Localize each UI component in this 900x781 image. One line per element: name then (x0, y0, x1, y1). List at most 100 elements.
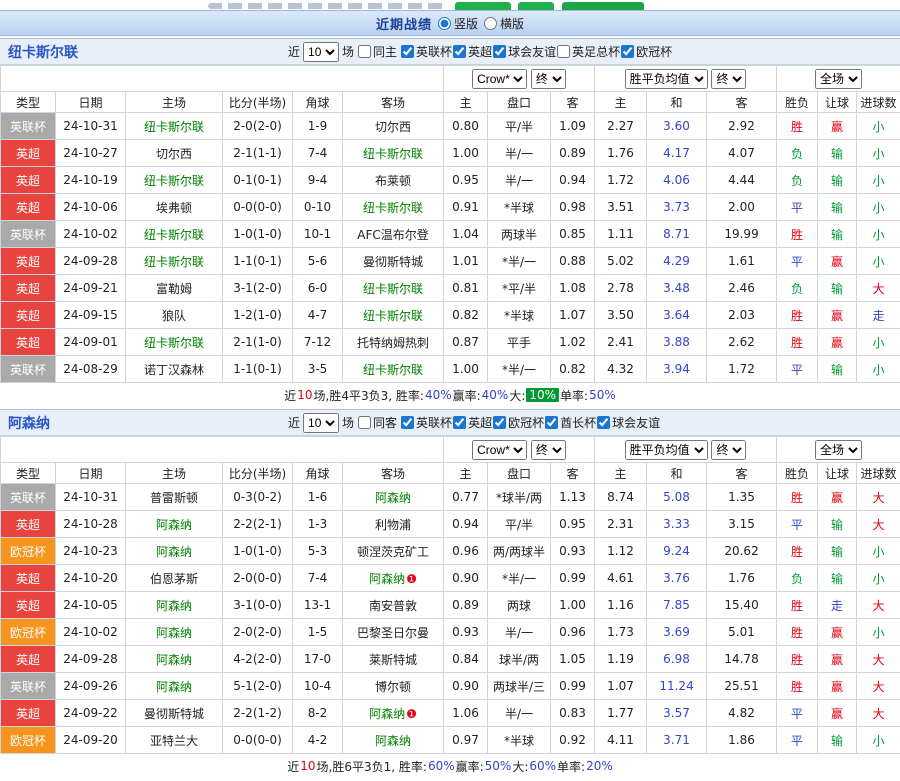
bookmaker-select[interactable]: Crow* (472, 439, 528, 460)
match-count-select[interactable]: 10 (303, 41, 340, 62)
league-filter[interactable]: 球会友谊 (492, 43, 556, 60)
summary-part: 赢率: (452, 388, 481, 403)
layout-radio-horizontal[interactable]: 横版 (483, 15, 524, 32)
column-header: 让球 (817, 462, 858, 484)
league-checkbox[interactable] (621, 44, 635, 58)
home-team: 纽卡斯尔联 (125, 112, 223, 140)
match-row: 英超 24-10-05 阿森纳 3-1(0-0) 13-1 南安普敦 0.89 两球 1.00 1… (0, 591, 900, 619)
handicap-result-flag: 赢 (817, 699, 858, 727)
corner-score: 1-9 (292, 112, 343, 140)
asia-home-odds: 1.06 (443, 699, 488, 727)
euro-home-odds: 1.07 (594, 672, 648, 700)
asia-away-odds: 0.95 (549, 510, 596, 538)
league-filter[interactable]: 英超 (452, 43, 492, 60)
match-row: 英超 24-09-21 富勒姆 3-1(2-0) 6-0 纽卡斯尔联 0.81 *平/半 1.0… (0, 274, 900, 302)
corner-score: 9-4 (292, 166, 343, 194)
home-team: 狼队 (125, 301, 223, 329)
same-venue-checkbox[interactable] (358, 416, 372, 429)
result-flag: 胜 (776, 537, 819, 565)
euro-away-odds: 5.01 (706, 618, 778, 646)
layout-radio-vertical[interactable]: 竖版 (437, 15, 478, 32)
horizontal-radio[interactable] (484, 16, 497, 30)
league-filter[interactable]: 酋长杯 (544, 414, 596, 431)
league-filters: 英联杯 英超 球会友谊 英足总杯 欧冠杯 (400, 43, 672, 61)
euro-home-odds: 1.16 (594, 591, 648, 619)
league-filter[interactable]: 英联杯 (400, 414, 452, 431)
asia-final-select[interactable]: 终 (530, 68, 566, 89)
scope-select[interactable]: 全场 (815, 439, 863, 460)
league-checkbox[interactable] (401, 415, 415, 429)
corner-score: 7-4 (292, 564, 343, 592)
home-team: 曼彻斯特城 (125, 699, 223, 727)
column-header: 客 (549, 91, 596, 113)
asia-handicap: *半/一 (487, 247, 551, 275)
euro-average-select[interactable]: 胜平负均值 (624, 68, 708, 89)
team-section-newcastle: 纽卡斯尔联 近 10 场 同主 英联杯 英超 球会友谊 英足总杯 欧冠杯 Crow* 终 (0, 38, 900, 407)
clipped-green-button[interactable] (518, 2, 554, 10)
euro-home-odds: 3.51 (594, 193, 648, 221)
home-team: 诺丁汉森林 (125, 355, 223, 383)
summary-part: 60% (529, 759, 557, 773)
clipped-green-button[interactable] (455, 2, 511, 10)
league-checkbox[interactable] (453, 44, 467, 58)
league-checkbox[interactable] (493, 415, 507, 429)
bookmaker-select[interactable]: Crow* (472, 68, 528, 89)
same-venue-filter[interactable]: 同客 (357, 414, 397, 431)
home-team: 纽卡斯尔联 (125, 328, 223, 356)
league-checkbox[interactable] (493, 44, 507, 58)
corner-score: 6-0 (292, 274, 343, 302)
scope-select[interactable]: 全场 (815, 68, 863, 89)
league-checkbox[interactable] (401, 44, 415, 58)
match-date: 24-09-28 (55, 247, 126, 275)
asia-home-odds: 0.94 (443, 510, 488, 538)
type-badge: 欧冠杯 (0, 726, 56, 754)
euro-draw-odds: 3.57 (646, 699, 708, 727)
league-filter[interactable]: 欧冠杯 (620, 43, 672, 60)
league-filter[interactable]: 英联杯 (400, 43, 452, 60)
result-flag: 胜 (776, 672, 819, 700)
match-row: 英联杯 24-10-31 纽卡斯尔联 2-0(2-0) 1-9 切尔西 0.80 平/半 1.0… (0, 112, 900, 140)
match-count-select[interactable]: 10 (303, 412, 340, 433)
euro-final-select[interactable]: 终 (711, 68, 747, 89)
same-venue-checkbox[interactable] (358, 45, 372, 58)
league-checkbox[interactable] (453, 415, 467, 429)
page-title: 近期战绩 (375, 17, 432, 33)
euro-home-odds: 1.76 (594, 139, 648, 167)
match-row: 英联杯 24-10-02 纽卡斯尔联 1-0(1-0) 10-1 AFC温布尔登 1.04 两… (0, 220, 900, 248)
matches-table: Crow* 终 胜平负均值 终 全场 类型 日期 主场 比分(半场) 角球 客场主盘口客主… (0, 436, 900, 754)
clipped-green-button[interactable] (562, 2, 644, 10)
euro-average-select[interactable]: 胜平负均值 (624, 439, 708, 460)
league-filter[interactable]: 英超 (452, 414, 492, 431)
euro-final-select[interactable]: 终 (711, 439, 747, 460)
vertical-radio[interactable] (437, 16, 451, 30)
match-date: 24-09-21 (55, 274, 126, 302)
home-team: 富勒姆 (125, 274, 223, 302)
same-venue-filter[interactable]: 同主 (357, 43, 397, 60)
score: 1-1(0-1) (222, 247, 293, 275)
home-team: 阿森纳 (125, 591, 223, 619)
section-header: 阿森纳 近 10 场 同客 英联杯 英超 欧冠杯 酋长杯 球会友谊 (0, 409, 900, 436)
goals-result-flag: 小 (856, 166, 900, 194)
league-checkbox[interactable] (545, 415, 559, 429)
asia-final-select[interactable]: 终 (530, 439, 566, 460)
result-flag: 负 (776, 274, 819, 302)
away-team: 莱斯特城 (342, 645, 444, 673)
league-checkbox[interactable] (597, 415, 611, 429)
section-header: 纽卡斯尔联 近 10 场 同主 英联杯 英超 球会友谊 英足总杯 欧冠杯 (0, 38, 900, 65)
home-team: 埃弗顿 (125, 193, 223, 221)
league-checkbox[interactable] (557, 44, 571, 58)
asia-handicap: *半球 (487, 726, 551, 754)
summary-part: 50% (589, 388, 616, 402)
corner-score: 10-4 (292, 672, 343, 700)
euro-away-odds: 4.44 (706, 166, 778, 194)
euro-draw-odds: 5.08 (646, 483, 708, 511)
summary-part: 单率: (557, 759, 586, 774)
league-filter[interactable]: 英足总杯 (556, 43, 620, 60)
league-filter[interactable]: 欧冠杯 (492, 414, 544, 431)
column-header: 客场 (342, 462, 444, 484)
column-header: 主场 (125, 462, 223, 484)
corner-score: 13-1 (292, 591, 343, 619)
goals-result-flag: 小 (856, 537, 900, 565)
league-filter[interactable]: 球会友谊 (596, 414, 660, 431)
summary-part: 场,胜6平3负1, 胜率: (316, 759, 427, 774)
